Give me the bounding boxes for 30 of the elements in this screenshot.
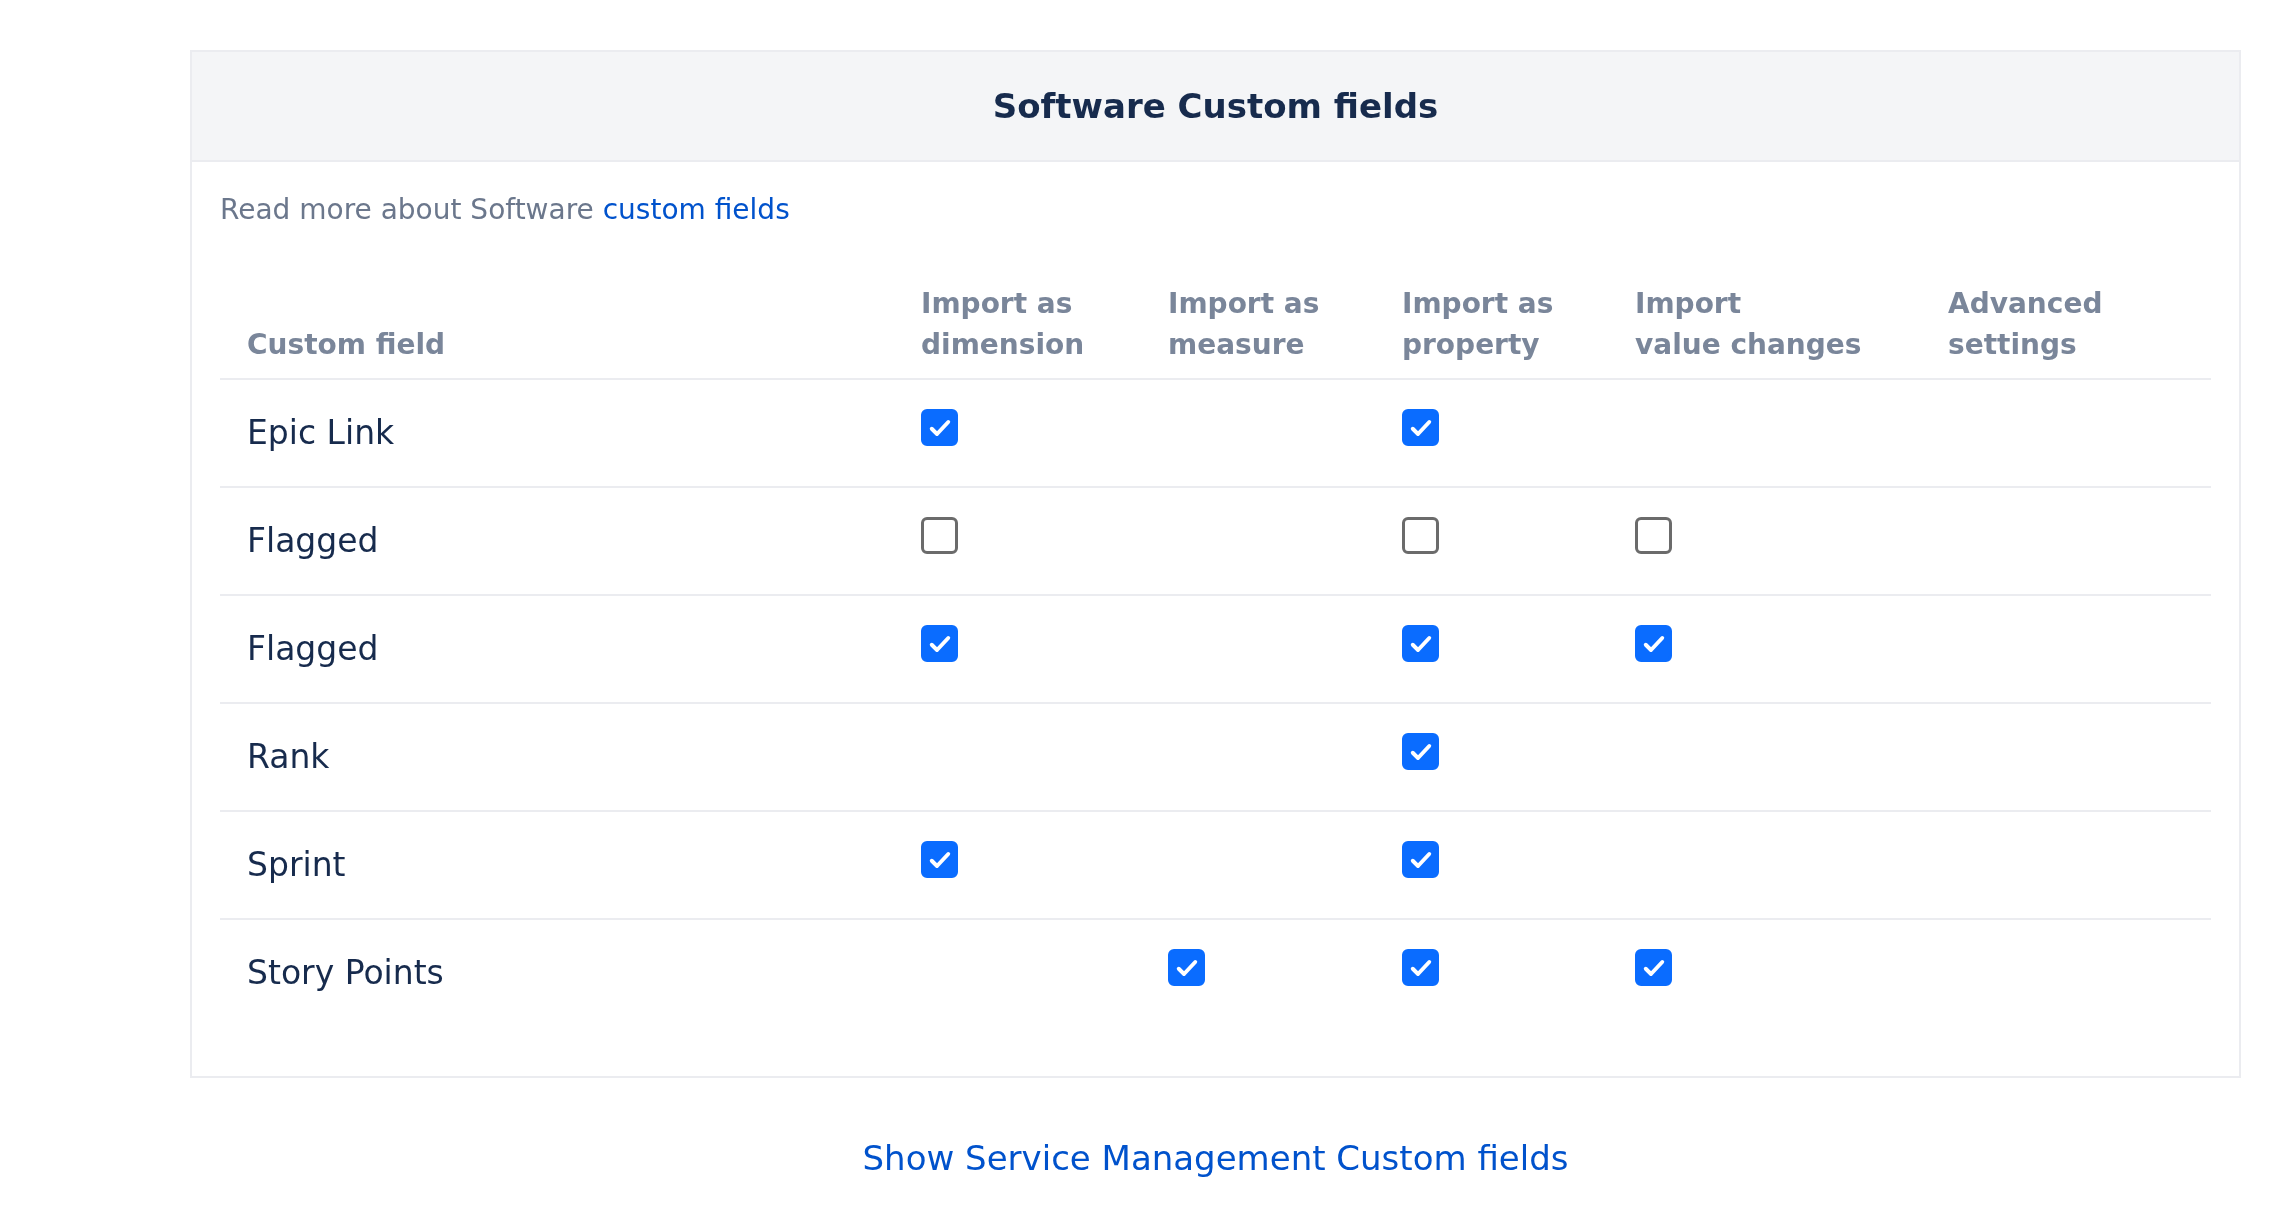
checkbox[interactable] (1168, 949, 1205, 987)
checkbox[interactable] (1402, 625, 1439, 663)
checkbox[interactable] (1402, 949, 1439, 987)
card-title: Software Custom fields (992, 86, 1439, 126)
field-name: Rank (246, 736, 331, 779)
checkbox[interactable] (1402, 409, 1439, 447)
checkbox[interactable] (1635, 949, 1672, 987)
checkbox[interactable] (1635, 517, 1672, 555)
custom-fields-link[interactable]: custom fields (602, 193, 790, 226)
checkbox[interactable] (1635, 625, 1672, 663)
intro-text: Read more about Software custom fields (220, 192, 791, 228)
show-fields-link[interactable]: Show Service Management Custom fields (862, 1137, 1569, 1178)
field-name: Story Points (246, 952, 445, 995)
column-header: Advanced settings (1948, 286, 2104, 363)
column-header: Import as measure (1168, 286, 1321, 363)
column-header: Import as property (1402, 286, 1555, 363)
checkbox[interactable] (1402, 841, 1439, 879)
checkbox[interactable] (921, 517, 958, 555)
checkbox[interactable] (1402, 517, 1439, 555)
field-name: Flagged (246, 520, 380, 563)
checkbox[interactable] (921, 841, 958, 879)
field-name: Flagged (246, 628, 380, 671)
checkbox[interactable] (921, 625, 958, 663)
field-name: Sprint (246, 844, 347, 887)
checkbox[interactable] (921, 409, 958, 447)
column-header: Import value changes (1635, 286, 1863, 363)
field-name: Epic Link (246, 412, 396, 455)
column-header: Import as dimension (921, 286, 1086, 363)
column-header: Custom field (246, 327, 447, 363)
checkbox[interactable] (1402, 733, 1439, 771)
